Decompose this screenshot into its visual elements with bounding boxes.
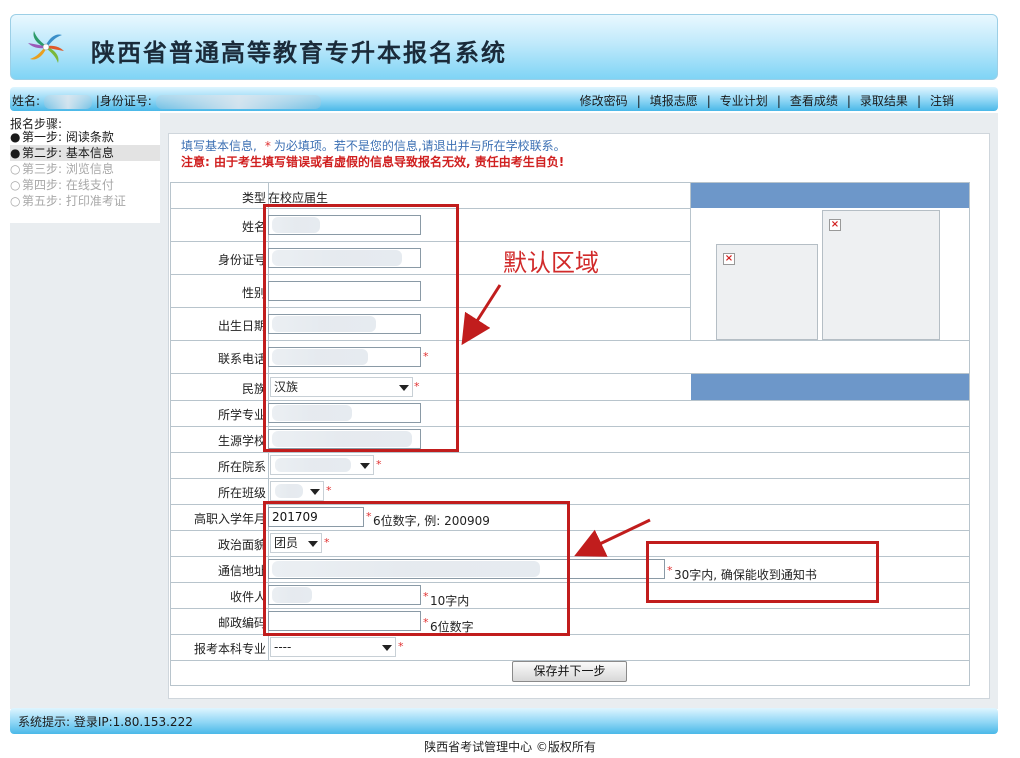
default-area-callout: 默认区域 (503, 249, 599, 277)
chevron-down-icon (360, 463, 370, 469)
step-4: ○ 第四步: 在线支付 (10, 178, 114, 192)
step-3: ○ 第三步: 浏览信息 (10, 162, 114, 176)
id-number-label: 身份证号 (217, 253, 266, 267)
system-tip: 系统提示: 登录IP:1.80.153.222 (18, 715, 193, 729)
class-select[interactable] (270, 481, 324, 501)
step-1[interactable]: ● 第一步: 阅读条款 (10, 129, 160, 145)
steps-sidebar: 报名步骤: ● 第一步: 阅读条款 ● 第二步: 基本信息 ○ 第三步: 浏览信息 ○… (10, 113, 160, 709)
enroll-date-label: 高职入学年月 (193, 512, 266, 526)
broken-image-icon: × (723, 253, 735, 265)
save-next-button[interactable]: 保存并下一步 (512, 661, 627, 682)
target-major-label: 报考本科专业 (193, 642, 266, 656)
nav-check-scores[interactable]: 查看成绩 (790, 94, 838, 108)
user-info: 姓名: |身份证号: (12, 92, 321, 109)
notice-line-1: 填写基本信息, * 为必填项。若不是您的信息,请退出并与所在学校联系。 (181, 139, 566, 153)
photo-footer-bar (691, 374, 969, 400)
step-2[interactable]: ● 第二步: 基本信息 (10, 145, 160, 161)
recipient-label: 收件人 (229, 590, 266, 604)
chevron-down-icon (310, 489, 320, 495)
user-info-bar: 姓名: |身份证号: 修改密码 | 填报志愿 | 专业计划 | 查看成绩 | 录取结果 | 注销 (10, 87, 998, 111)
political-status-label: 政治面貌 (217, 538, 266, 552)
nav-change-password[interactable]: 修改密码 (580, 94, 628, 108)
nav-logout[interactable]: 注销 (930, 94, 954, 108)
id-redacted (155, 94, 321, 109)
header-banner: 陕西省普通高等教育专升本报名系统 (10, 14, 998, 80)
phone-label: 联系电话 (217, 352, 266, 366)
broken-image-icon: × (829, 219, 841, 231)
page-title: 陕西省普通高等教育专升本报名系统 (91, 38, 507, 67)
step-5: ○ 第五步: 打印准考证 (10, 194, 126, 208)
address-label: 通信地址 (217, 564, 266, 578)
status-bar: 系统提示: 登录IP:1.80.153.222 (10, 708, 998, 734)
target-major-select[interactable]: ---- (270, 637, 396, 657)
nav-major-plan[interactable]: 专业计划 (720, 94, 768, 108)
input-area-box (263, 501, 570, 636)
school-label: 生源学校 (217, 434, 266, 448)
postcode-label: 邮政编码 (217, 616, 266, 630)
name-label: 姓名: (12, 94, 41, 108)
birth-date-label: 出生日期 (217, 319, 266, 333)
id-label: |身份证号: (95, 94, 152, 108)
dept-select[interactable] (270, 455, 374, 475)
top-nav: 修改密码 | 填报志愿 | 专业计划 | 查看成绩 | 录取结果 | 注销 (579, 94, 954, 108)
default-area-box (263, 204, 459, 452)
photo-header-bar (691, 183, 969, 208)
logo-icon (28, 31, 64, 63)
hint-area-box (646, 541, 879, 603)
nav-admission-result[interactable]: 录取结果 (860, 94, 908, 108)
dept-label: 所在院系 (217, 460, 266, 474)
copyright: 陕西省考试管理中心 ©版权所有 (424, 740, 596, 754)
major-label: 所学专业 (217, 408, 266, 422)
class-label: 所在班级 (217, 486, 266, 500)
notice-warning: 注意: 由于考生填写错误或者虚假的信息导致报名无效, 责任由考生自负! (181, 155, 565, 169)
chevron-down-icon (382, 645, 392, 651)
nav-fill-preference[interactable]: 填报志愿 (650, 94, 698, 108)
name-redacted (43, 94, 92, 109)
